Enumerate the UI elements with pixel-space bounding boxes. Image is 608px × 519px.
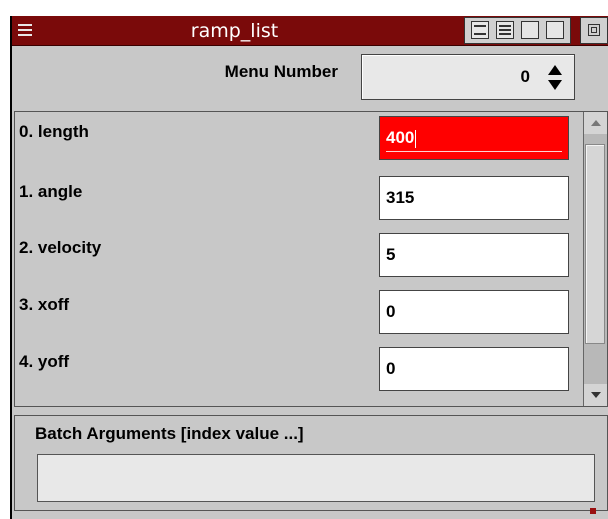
- iconify-icon[interactable]: [471, 21, 489, 39]
- menu-number-label: Menu Number: [224, 62, 338, 81]
- minimize-icon[interactable]: [496, 21, 514, 39]
- window-title: ramp_list: [190, 20, 279, 42]
- close-icon[interactable]: [580, 17, 608, 44]
- vertical-scrollbar[interactable]: [583, 112, 607, 406]
- scroll-up-icon[interactable]: [584, 112, 607, 134]
- ramp-list-window: ramp_list Menu Number 0 0. length 400 1.…: [10, 16, 608, 519]
- title-bar[interactable]: ramp_list: [12, 16, 608, 46]
- spin-down-icon[interactable]: [544, 78, 566, 91]
- length-input[interactable]: 400: [379, 116, 569, 160]
- restore-icon[interactable]: [546, 21, 564, 39]
- xoff-input[interactable]: 0: [379, 290, 569, 334]
- yoff-input[interactable]: 0: [379, 347, 569, 391]
- row-label-length: 0. length: [19, 122, 89, 141]
- scroll-thumb[interactable]: [585, 144, 605, 344]
- menu-number-value: 0: [520, 67, 530, 86]
- row-label-angle: 1. angle: [19, 182, 83, 201]
- batch-arguments-input[interactable]: [37, 454, 595, 502]
- resize-corner[interactable]: [590, 508, 596, 514]
- parameter-list: 0. length 400 1. angle 315 2. velocity 5…: [14, 111, 608, 407]
- row-label-xoff: 3. xoff: [19, 295, 70, 314]
- menu-number-spinner[interactable]: [544, 63, 566, 91]
- velocity-input[interactable]: 5: [379, 233, 569, 277]
- length-value: 400: [386, 128, 415, 147]
- batch-arguments-label: Batch Arguments [index value ...]: [35, 424, 304, 443]
- scroll-down-icon[interactable]: [584, 384, 607, 406]
- row-label-yoff: 4. yoff: [19, 352, 70, 371]
- spin-up-icon[interactable]: [544, 63, 566, 76]
- batch-arguments-panel: Batch Arguments [index value ...]: [14, 415, 608, 511]
- window-controls: [464, 17, 571, 44]
- menu-number-field[interactable]: 0: [361, 54, 575, 100]
- maximize-icon[interactable]: [521, 21, 539, 39]
- angle-input[interactable]: 315: [379, 176, 569, 220]
- row-label-velocity: 2. velocity: [19, 238, 102, 257]
